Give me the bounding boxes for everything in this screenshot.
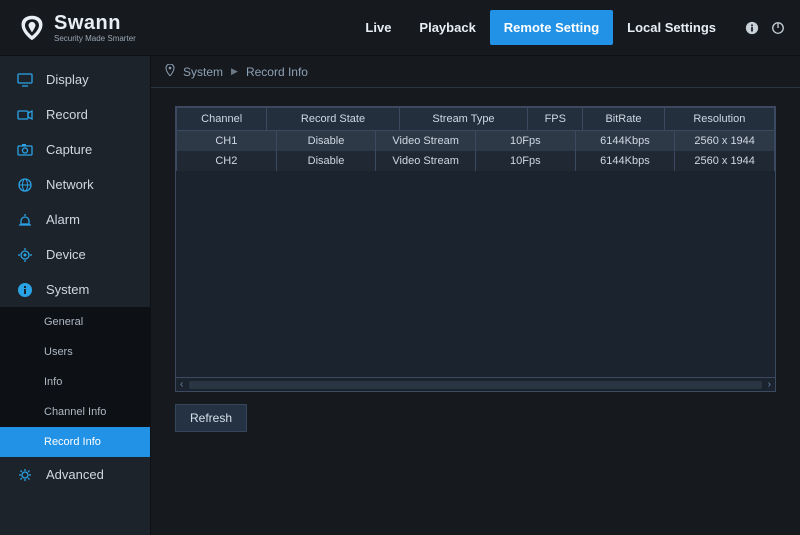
chevron-right-icon: ▶ [231,66,238,77]
power-icon[interactable] [770,20,786,36]
col-stream-type: Stream Type [399,108,528,131]
location-icon [165,64,175,79]
chevron-right-icon[interactable]: › [768,379,771,390]
info-icon[interactable] [744,20,760,36]
system-submenu: General Users Info Channel Info Record I… [0,307,150,457]
sidebar: Display Record Capture Network Alarm Dev… [0,56,150,535]
network-icon [16,176,34,194]
sidebar-item-label: Alarm [46,212,80,227]
brand-logo: Swann Security Made Smarter [18,13,136,43]
submenu-general[interactable]: General [0,307,150,337]
cell-record-state: Disable [276,151,376,171]
system-icon [16,281,34,299]
submenu-record-info[interactable]: Record Info [0,427,150,457]
cell-resolution: 2560 x 1944 [675,151,775,171]
table-row[interactable]: CH1 Disable Video Stream 10Fps 6144Kbps … [177,131,775,151]
display-icon [16,71,34,89]
breadcrumb: System ▶ Record Info [151,56,800,88]
nav-live[interactable]: Live [351,10,405,45]
cell-fps: 10Fps [475,151,575,171]
brand-tagline: Security Made Smarter [54,35,136,43]
brand-name: Swann [54,13,136,33]
horizontal-scrollbar[interactable]: ‹ › [176,377,775,391]
sidebar-item-label: Capture [46,142,92,157]
cell-bitrate: 6144Kbps [575,151,675,171]
col-bitrate: BitRate [583,108,664,131]
capture-icon [16,141,34,159]
sidebar-item-label: System [46,282,89,297]
sidebar-item-advanced[interactable]: Advanced [0,457,150,492]
breadcrumb-root[interactable]: System [183,65,223,79]
col-channel: Channel [177,108,267,131]
submenu-info[interactable]: Info [0,367,150,397]
nav-remote-setting[interactable]: Remote Setting [490,10,613,45]
sidebar-item-label: Network [46,177,94,192]
cell-bitrate: 6144Kbps [575,131,675,151]
cell-fps: 10Fps [475,131,575,151]
sidebar-item-alarm[interactable]: Alarm [0,202,150,237]
submenu-channel-info[interactable]: Channel Info [0,397,150,427]
sidebar-item-label: Device [46,247,86,262]
sidebar-item-device[interactable]: Device [0,237,150,272]
cell-record-state: Disable [276,131,376,151]
breadcrumb-page: Record Info [246,65,308,79]
sidebar-item-record[interactable]: Record [0,97,150,132]
col-record-state: Record State [267,108,399,131]
sidebar-item-label: Record [46,107,88,122]
sidebar-item-system[interactable]: System [0,272,150,307]
chevron-left-icon[interactable]: ‹ [180,379,183,390]
col-resolution: Resolution [664,108,774,131]
swann-shield-icon [18,14,46,42]
alarm-icon [16,211,34,229]
sidebar-item-network[interactable]: Network [0,167,150,202]
cell-channel: CH2 [177,151,277,171]
cell-channel: CH1 [177,131,277,151]
advanced-icon [16,466,34,484]
sidebar-item-label: Advanced [46,467,104,482]
sidebar-item-capture[interactable]: Capture [0,132,150,167]
col-fps: FPS [528,108,583,131]
nav-playback[interactable]: Playback [405,10,489,45]
nav-local-settings[interactable]: Local Settings [613,10,730,45]
record-info-table: Channel Record State Stream Type FPS Bit… [175,106,776,392]
sidebar-item-label: Display [46,72,89,87]
cell-stream-type: Video Stream [376,151,476,171]
record-icon [16,106,34,124]
cell-resolution: 2560 x 1944 [675,131,775,151]
submenu-users[interactable]: Users [0,337,150,367]
cell-stream-type: Video Stream [376,131,476,151]
sidebar-item-display[interactable]: Display [0,62,150,97]
refresh-button[interactable]: Refresh [175,404,247,432]
table-row[interactable]: CH2 Disable Video Stream 10Fps 6144Kbps … [177,151,775,171]
device-icon [16,246,34,264]
scrollbar-track[interactable] [189,381,761,389]
